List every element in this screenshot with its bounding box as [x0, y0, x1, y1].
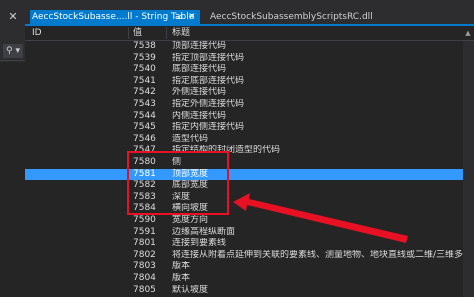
- arrow-shape: [233, 193, 408, 243]
- annotation-arrow: [233, 193, 408, 243]
